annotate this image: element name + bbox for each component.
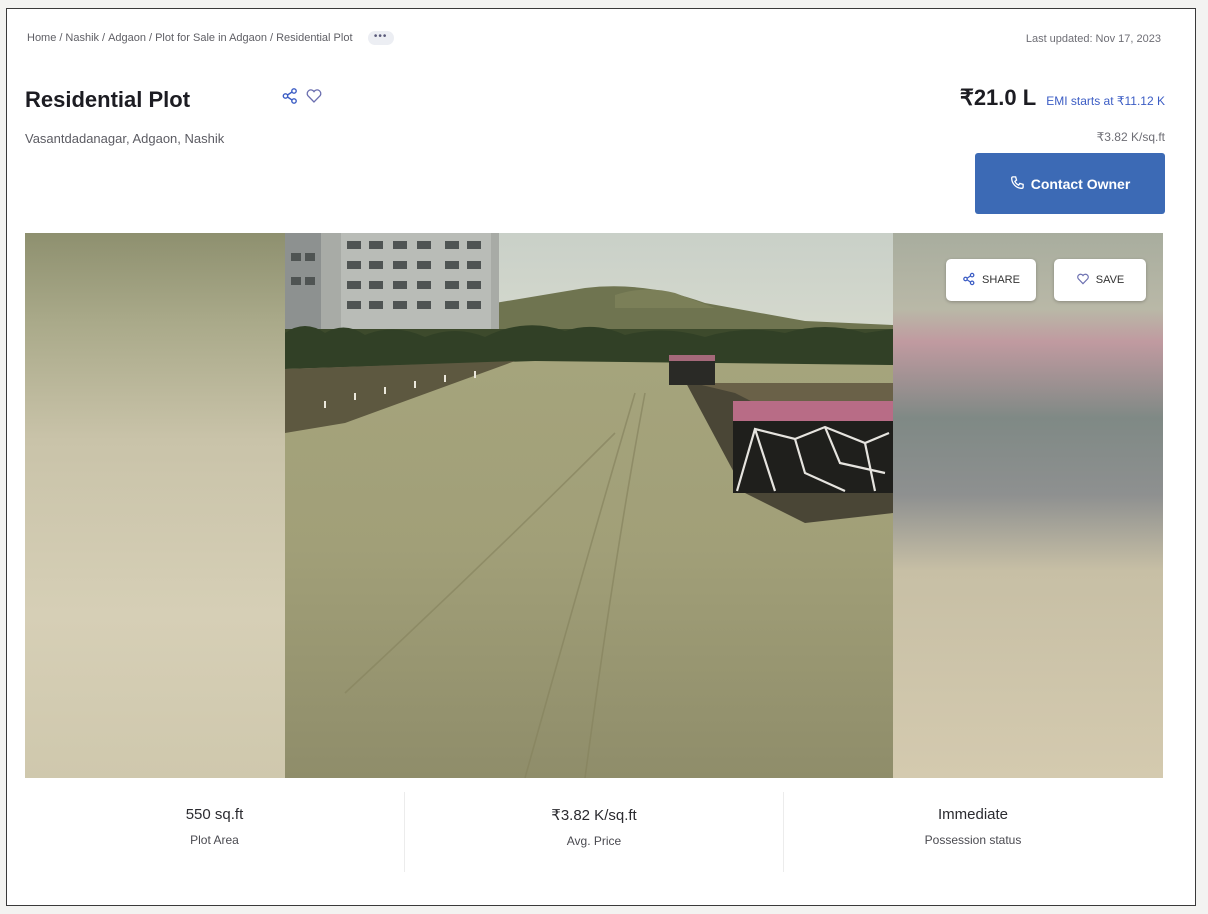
breadcrumb-current: Residential Plot	[276, 31, 353, 44]
contact-owner-label: Contact Owner	[1030, 175, 1131, 192]
stat-avg-price: ₹3.82 K/sq.ft Avg. Price	[404, 792, 783, 872]
photo-share-button[interactable]: SHARE	[946, 259, 1036, 301]
price-per-sqft: ₹3.82 K/sq.ft	[1096, 130, 1165, 144]
stat-value: 550 sq.ft	[185, 806, 244, 823]
last-updated: Last updated: Nov 17, 2023	[1025, 33, 1161, 45]
breadcrumb-home[interactable]: Home	[27, 32, 56, 44]
page-title: Residential Plot	[25, 87, 191, 112]
price: ₹21.0 L	[959, 85, 1037, 110]
breadcrumb-more-button[interactable]: •••	[367, 31, 394, 45]
photo-save-button[interactable]: SAVE	[1054, 259, 1146, 301]
breadcrumb-locality[interactable]: Adgaon	[108, 32, 146, 44]
share-icon[interactable]	[281, 87, 299, 110]
phone-icon	[1010, 175, 1025, 193]
title-actions	[281, 87, 323, 110]
stat-label: Avg. Price	[566, 834, 622, 848]
photo-gallery[interactable]: SHARE SAVE	[25, 233, 1163, 778]
share-icon	[962, 272, 976, 289]
key-stats: 550 sq.ft Plot Area ₹3.82 K/sq.ft Avg. P…	[25, 792, 1163, 872]
price-block: ₹21.0 L EMI starts at ₹11.12 K	[960, 85, 1165, 111]
heart-icon	[1076, 272, 1090, 289]
listing-location: Vasantdadanagar, Adgaon, Nashik	[25, 131, 225, 146]
contact-owner-button[interactable]: Contact Owner	[975, 153, 1165, 214]
breadcrumb-city[interactable]: Nashik	[65, 32, 99, 44]
stat-label: Plot Area	[190, 833, 239, 847]
listing-card: Home / Nashik / Adgaon / Plot for Sale in Adga…	[6, 8, 1196, 906]
breadcrumb-category[interactable]: Plot for Sale in Adgaon	[155, 32, 267, 44]
breadcrumb: Home / Nashik / Adgaon / Plot for Sale in Adga…	[27, 31, 394, 45]
blurred-photo-right	[893, 233, 1163, 778]
photo-share-label: SHARE	[982, 274, 1020, 286]
stat-label: Possession status	[924, 833, 1022, 847]
heart-icon[interactable]	[305, 87, 323, 110]
blurred-photo-left	[25, 233, 285, 778]
photo-save-label: SAVE	[1095, 274, 1125, 286]
stat-plot-area: 550 sq.ft Plot Area	[25, 792, 404, 872]
stat-possession: Immediate Possession status	[783, 792, 1162, 872]
plot-photo[interactable]	[285, 233, 893, 778]
stat-value: Immediate	[937, 806, 1009, 823]
stat-value: ₹3.82 K/sq.ft	[551, 807, 637, 824]
emi-link[interactable]: EMI starts at ₹11.12 K	[1046, 94, 1165, 108]
